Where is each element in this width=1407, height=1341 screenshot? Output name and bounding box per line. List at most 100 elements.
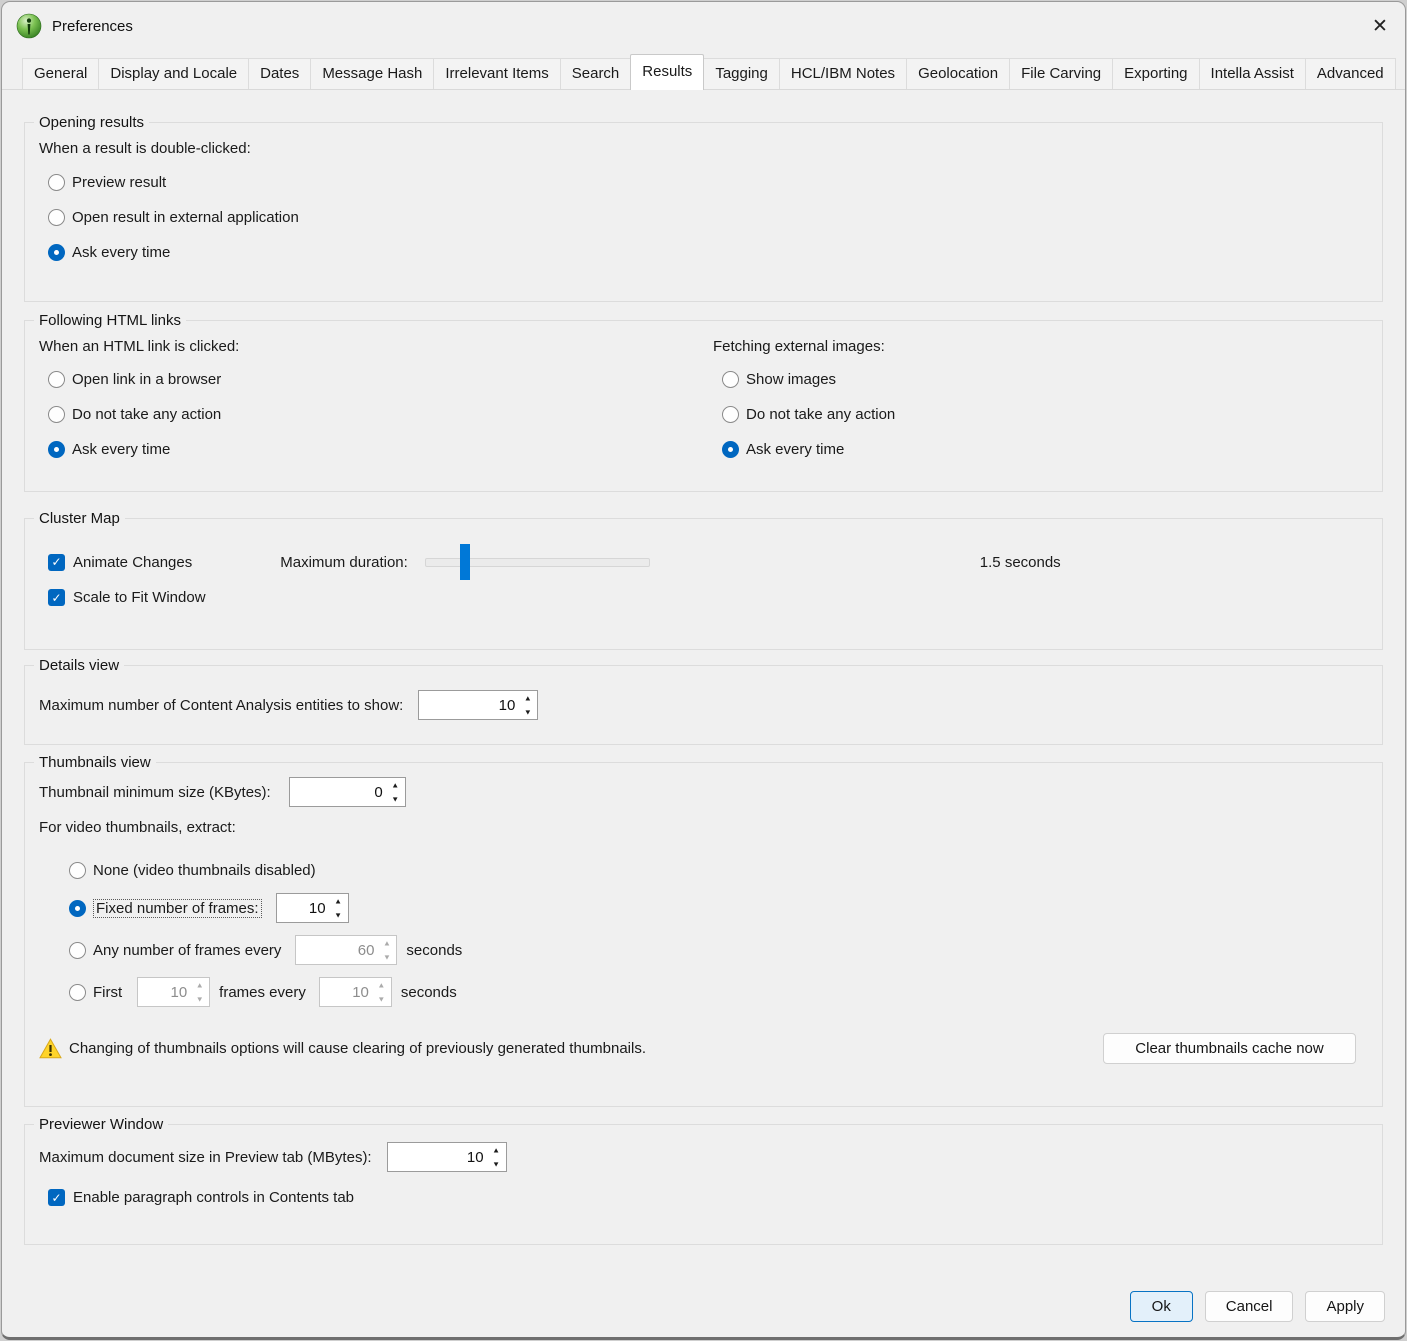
- radio-unselected-icon[interactable]: [69, 942, 86, 959]
- spin-up-icon[interactable]: ▲: [329, 895, 348, 908]
- check-icon: ✓: [51, 591, 61, 605]
- no-action-link-option[interactable]: Do not take any action: [48, 406, 713, 423]
- radio-selected-icon[interactable]: [48, 244, 65, 261]
- spinner-value[interactable]: 10: [388, 1143, 487, 1171]
- window-title: Preferences: [52, 18, 133, 35]
- following-html-links-group: Following HTML links When an HTML link i…: [24, 320, 1383, 492]
- radio-selected-icon[interactable]: [48, 441, 65, 458]
- min-size-spinner[interactable]: 0 ▲ ▼: [289, 777, 406, 807]
- first-frames-option[interactable]: First 10 ▲ ▼ frames every 10 ▲ ▼ seconds: [69, 977, 1368, 1007]
- maximum-duration-label: Maximum duration:: [280, 554, 408, 571]
- spinner-value[interactable]: 10: [419, 691, 518, 719]
- thumbnails-warning-text: Changing of thumbnails options will caus…: [69, 1040, 646, 1057]
- ask-link-option[interactable]: Ask every time: [48, 441, 713, 458]
- spin-down-icon[interactable]: ▼: [329, 909, 348, 922]
- close-icon[interactable]: ✕: [1355, 8, 1405, 44]
- radio-unselected-icon[interactable]: [69, 984, 86, 1001]
- spin-up-icon[interactable]: ▲: [487, 1144, 506, 1157]
- ask-every-time-option[interactable]: Ask every time: [48, 244, 1368, 261]
- show-images-option[interactable]: Show images: [722, 371, 895, 388]
- tab-tagging[interactable]: Tagging: [703, 58, 780, 89]
- animate-changes-checkbox[interactable]: ✓: [48, 554, 65, 571]
- check-icon: ✓: [51, 555, 61, 569]
- radio-unselected-icon[interactable]: [722, 371, 739, 388]
- tab-results[interactable]: Results: [630, 54, 704, 90]
- seconds-suffix: seconds: [401, 984, 457, 1001]
- spin-down-icon[interactable]: ▼: [518, 706, 537, 719]
- spin-down-icon[interactable]: ▼: [386, 793, 405, 806]
- radio-label: First: [93, 984, 122, 1001]
- scale-to-fit-checkbox[interactable]: ✓: [48, 589, 65, 606]
- fixed-frames-spinner[interactable]: 10 ▲ ▼: [276, 893, 349, 923]
- group-title: Opening results: [34, 113, 149, 133]
- max-duration-slider[interactable]: [425, 544, 650, 580]
- slider-thumb[interactable]: [460, 544, 470, 580]
- preview-result-option[interactable]: Preview result: [48, 174, 1368, 191]
- thumbnail-min-size-label: Thumbnail minimum size (KBytes):: [39, 784, 271, 801]
- tab-file-carving[interactable]: File Carving: [1009, 58, 1113, 89]
- group-title: Cluster Map: [34, 509, 125, 529]
- spinner-value[interactable]: 10: [277, 894, 329, 922]
- opening-results-group: Opening results When a result is double-…: [24, 122, 1383, 302]
- tab-general[interactable]: General: [22, 58, 99, 89]
- tab-geolocation[interactable]: Geolocation: [906, 58, 1010, 89]
- apply-button[interactable]: Apply: [1305, 1291, 1385, 1322]
- spin-down-icon: ▼: [190, 993, 209, 1006]
- radio-unselected-icon[interactable]: [48, 371, 65, 388]
- radio-selected-icon[interactable]: [69, 900, 86, 917]
- radio-label: Open result in external application: [72, 209, 299, 226]
- thumbnails-view-group: Thumbnails view Thumbnail minimum size (…: [24, 762, 1383, 1107]
- radio-selected-icon[interactable]: [722, 441, 739, 458]
- ok-button[interactable]: Ok: [1130, 1291, 1193, 1322]
- tab-advanced[interactable]: Advanced: [1305, 58, 1396, 89]
- any-frames-option[interactable]: Any number of frames every 60 ▲ ▼ second…: [69, 935, 1368, 965]
- group-title: Following HTML links: [34, 311, 186, 331]
- tab-message-hash[interactable]: Message Hash: [310, 58, 434, 89]
- radio-unselected-icon[interactable]: [48, 209, 65, 226]
- radio-label: Ask every time: [72, 244, 170, 261]
- radio-unselected-icon[interactable]: [722, 406, 739, 423]
- warning-icon: [39, 1038, 62, 1059]
- max-doc-size-label: Maximum document size in Preview tab (MB…: [39, 1149, 372, 1166]
- tab-hcl-ibm-notes[interactable]: HCL/IBM Notes: [779, 58, 907, 89]
- cancel-button[interactable]: Cancel: [1205, 1291, 1294, 1322]
- slider-track[interactable]: [425, 558, 650, 567]
- tab-intella-assist[interactable]: Intella Assist: [1199, 58, 1306, 89]
- spin-down-icon[interactable]: ▼: [487, 1158, 506, 1171]
- first-interval-spinner: 10 ▲ ▼: [319, 977, 392, 1007]
- max-doc-size-spinner[interactable]: 10 ▲ ▼: [387, 1142, 507, 1172]
- none-option[interactable]: None (video thumbnails disabled): [69, 862, 1368, 879]
- open-link-browser-option[interactable]: Open link in a browser: [48, 371, 713, 388]
- html-link-clicked-prompt: When an HTML link is clicked:: [39, 338, 713, 355]
- tab-display-and-locale[interactable]: Display and Locale: [98, 58, 249, 89]
- paragraph-controls-label: Enable paragraph controls in Contents ta…: [73, 1189, 354, 1206]
- radio-label: Ask every time: [72, 441, 170, 458]
- spin-down-icon: ▼: [372, 993, 391, 1006]
- no-action-images-option[interactable]: Do not take any action: [722, 406, 895, 423]
- content-analysis-label: Maximum number of Content Analysis entit…: [39, 697, 403, 714]
- radio-unselected-icon[interactable]: [48, 174, 65, 191]
- spin-up-icon[interactable]: ▲: [386, 779, 405, 792]
- open-external-option[interactable]: Open result in external application: [48, 209, 1368, 226]
- clear-thumbnails-cache-button[interactable]: Clear thumbnails cache now: [1103, 1033, 1356, 1064]
- scale-to-fit-label: Scale to Fit Window: [73, 589, 206, 606]
- ask-images-option[interactable]: Ask every time: [722, 441, 895, 458]
- radio-unselected-icon[interactable]: [48, 406, 65, 423]
- radio-label: Show images: [746, 371, 836, 388]
- radio-unselected-icon[interactable]: [69, 862, 86, 879]
- group-title: Thumbnails view: [34, 753, 156, 773]
- spin-up-icon: ▲: [190, 979, 209, 992]
- tab-search[interactable]: Search: [560, 58, 632, 89]
- entities-spinner[interactable]: 10 ▲ ▼: [418, 690, 538, 720]
- radio-label: Open link in a browser: [72, 371, 221, 388]
- seconds-suffix: seconds: [406, 942, 462, 959]
- spin-up-icon[interactable]: ▲: [518, 692, 537, 705]
- title-bar: Preferences ✕: [2, 2, 1405, 50]
- tab-irrelevant-items[interactable]: Irrelevant Items: [433, 58, 560, 89]
- tab-dates[interactable]: Dates: [248, 58, 311, 89]
- spin-up-icon: ▲: [377, 937, 396, 950]
- tab-exporting[interactable]: Exporting: [1112, 58, 1199, 89]
- paragraph-controls-checkbox[interactable]: ✓: [48, 1189, 65, 1206]
- spinner-value[interactable]: 0: [290, 778, 386, 806]
- fixed-frames-option[interactable]: Fixed number of frames: 10 ▲ ▼: [69, 893, 1368, 923]
